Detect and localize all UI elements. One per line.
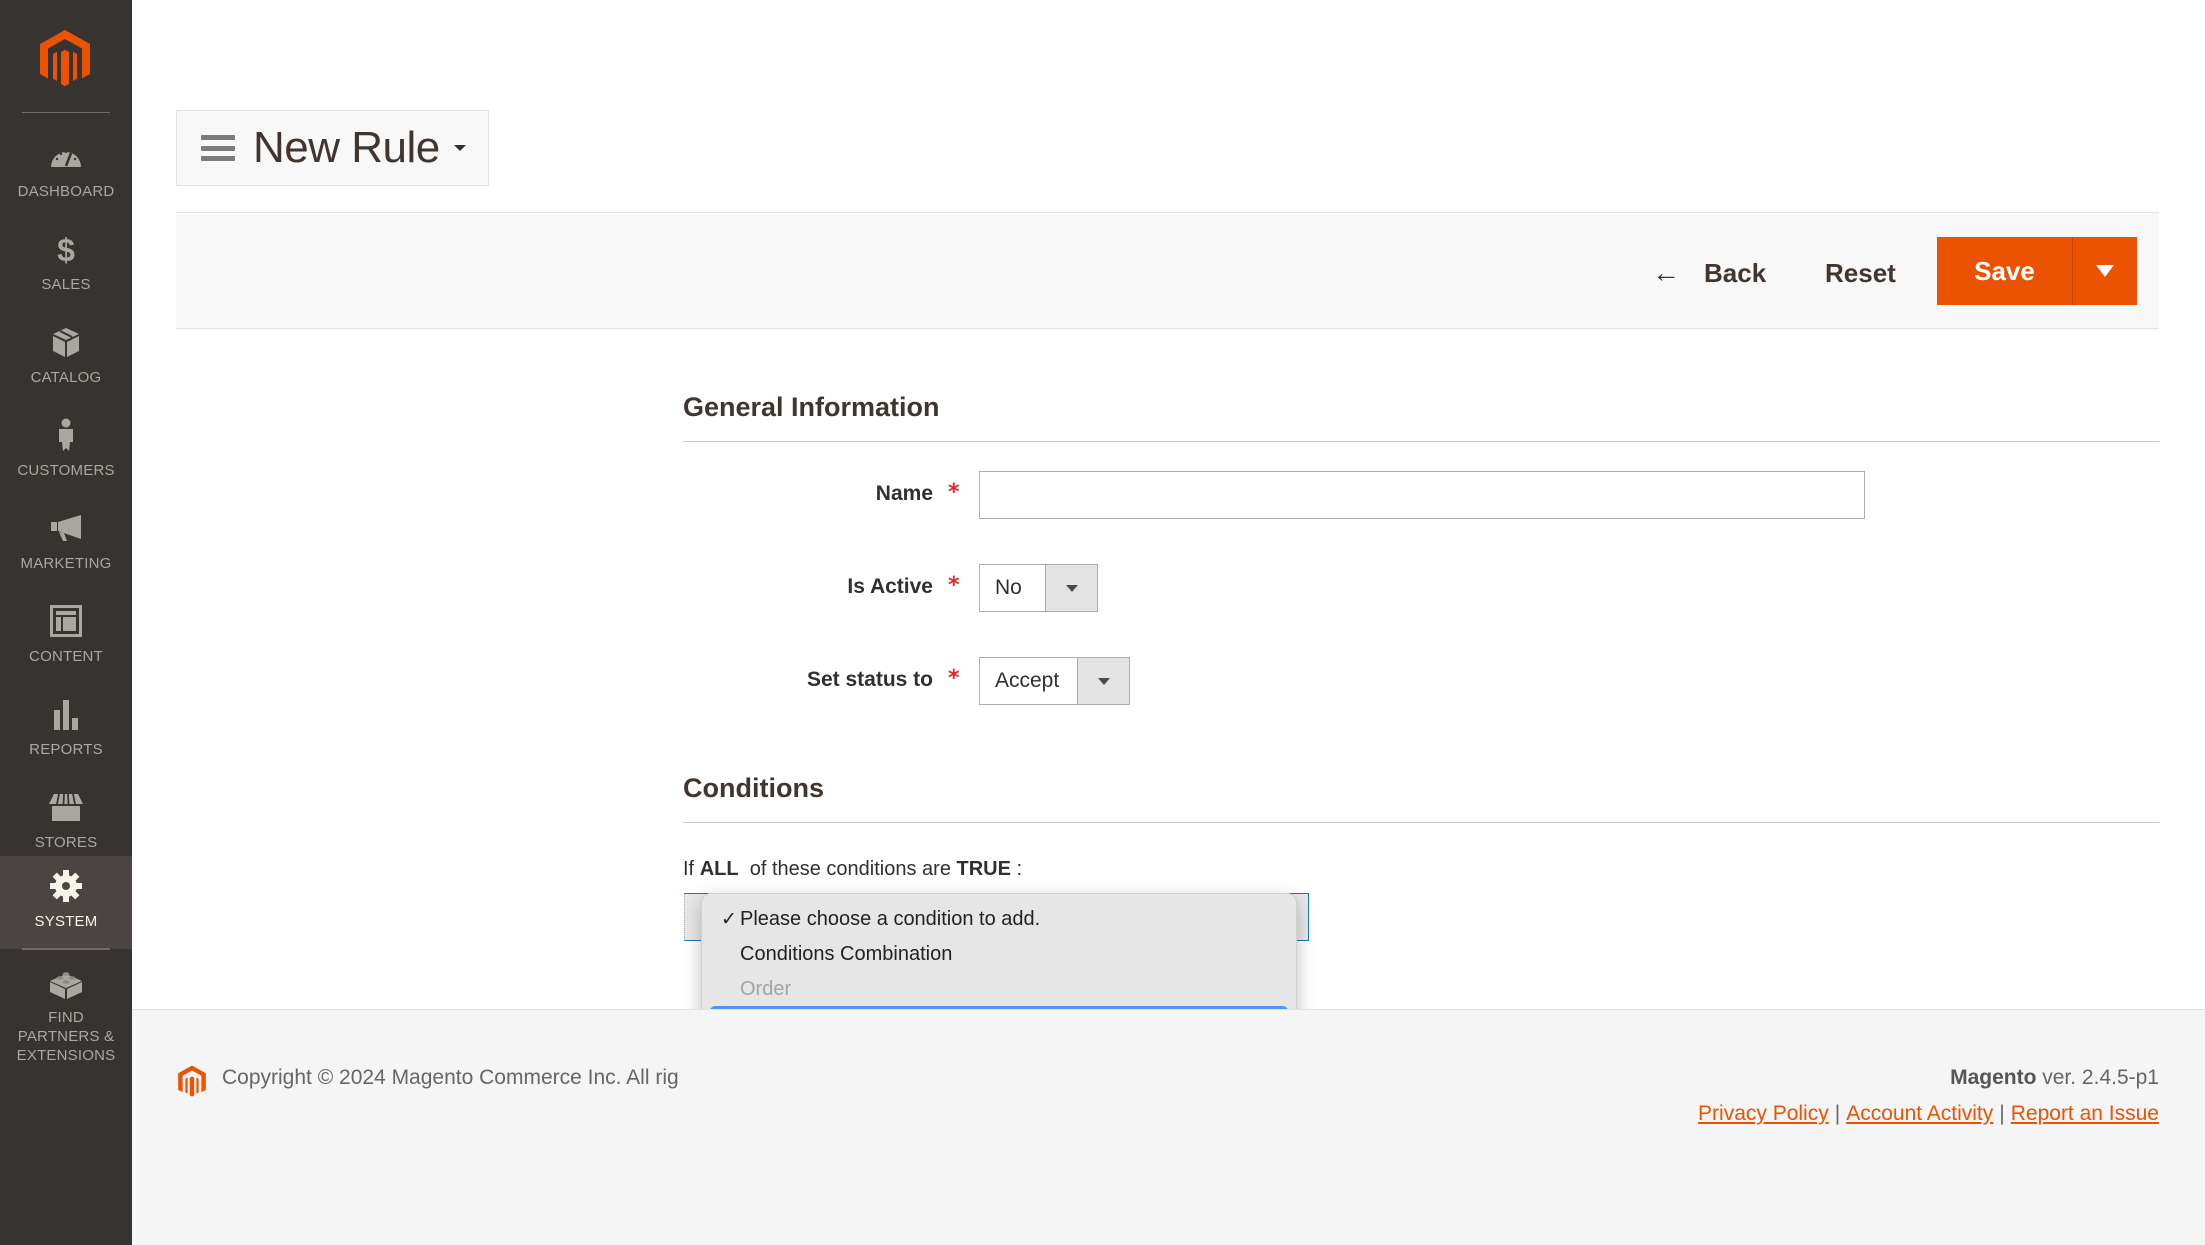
arrow-left-icon: ← (1652, 257, 1680, 288)
select-arrow (1045, 565, 1097, 611)
sidebar-item-dashboard[interactable]: DASHBOARD (0, 126, 132, 218)
sidebar-label: SYSTEM (34, 913, 98, 930)
sidebar-label: CUSTOMERS (17, 462, 115, 479)
page-title-switcher[interactable]: New Rule (176, 110, 489, 186)
cond-suffix: : (1016, 858, 1023, 880)
lego-brick-icon (46, 965, 86, 1002)
page-footer: Copyright © 2024 Magento Commerce Inc. A… (132, 1009, 2205, 1245)
cond-middle: of these conditions are (749, 858, 951, 880)
person-icon (46, 415, 86, 455)
sidebar-label: REPORTS (29, 741, 103, 758)
sidebar-item-content[interactable]: CONTENT (0, 591, 132, 683)
bar-chart-icon (46, 694, 86, 734)
storefront-icon (46, 787, 86, 827)
set-status-select[interactable]: Accept (979, 657, 1130, 705)
account-activity-link[interactable]: Account Activity (1846, 1102, 1993, 1125)
sidebar-label: STORES (34, 834, 98, 851)
back-button-label: Back (1704, 257, 1767, 288)
sidebar-item-find-partners[interactable]: FIND PARTNERS & EXTENSIONS (0, 955, 132, 1065)
checkmark-icon: ✓ (721, 908, 737, 930)
magento-logo-icon (176, 1063, 208, 1099)
megaphone-icon (46, 508, 86, 548)
aggregator-toggle[interactable]: ALL (700, 858, 739, 880)
caret-down-icon (453, 145, 466, 151)
logo-divider (22, 112, 110, 113)
select-arrow (1077, 658, 1129, 704)
version-number: ver. 2.4.5-p1 (2042, 1066, 2159, 1089)
gear-icon (46, 866, 86, 906)
caret-down-icon (2096, 265, 2114, 277)
admin-sidebar: DASHBOARD $ SALES CATALOG CUSTOMERS MARK… (0, 0, 132, 1245)
sidebar-divider (22, 948, 110, 950)
sidebar-item-marketing[interactable]: MARKETING (0, 498, 132, 590)
cond-prefix: If (683, 858, 695, 880)
name-input[interactable] (979, 471, 1865, 519)
privacy-policy-link[interactable]: Privacy Policy (1698, 1102, 1829, 1125)
dashboard-icon (46, 136, 86, 176)
sidebar-item-reports[interactable]: REPORTS (0, 684, 132, 776)
sidebar-item-system[interactable]: SYSTEM (0, 856, 132, 949)
dollar-icon: $ (46, 229, 86, 269)
page-actions-toolbar: ← Back Reset Save (176, 212, 2159, 329)
is-active-label: Is Active (847, 575, 933, 598)
is-active-value: No (995, 576, 1022, 599)
report-issue-link[interactable]: Report an Issue (2011, 1102, 2159, 1125)
svg-text:$: $ (57, 233, 75, 265)
magento-logo-icon[interactable] (36, 28, 94, 88)
required-indicator: * (948, 480, 960, 505)
sidebar-item-customers[interactable]: CUSTOMERS (0, 405, 132, 497)
box-icon (46, 322, 86, 362)
footer-links: Privacy Policy | Account Activity | Report a… (1698, 1102, 2159, 1125)
caret-down-icon (1065, 584, 1078, 592)
copyright-text: Copyright © 2024 Magento Commerce Inc. A… (222, 1066, 679, 1089)
brand-name: Magento (1950, 1066, 2037, 1089)
value-toggle[interactable]: TRUE (957, 858, 1011, 880)
back-button[interactable]: ← Back (1652, 253, 1766, 293)
sidebar-item-catalog[interactable]: CATALOG (0, 312, 132, 404)
section-title-general: General Information (683, 392, 940, 422)
layout-icon (46, 601, 86, 641)
version-info: Magento ver. 2.4.5-p1 (1950, 1066, 2159, 1090)
hamburger-menu-icon (201, 135, 235, 161)
dropdown-option[interactable]: ✓ Please choose a condition to add. (710, 902, 1288, 936)
reset-button[interactable]: Reset (1825, 253, 1896, 293)
save-button[interactable]: Save (1937, 237, 2073, 305)
sidebar-label: SALES (41, 276, 91, 293)
sidebar-item-sales[interactable]: $ SALES (0, 219, 132, 311)
save-split-button: Save (1937, 237, 2137, 305)
section-divider (683, 441, 2159, 442)
sidebar-label: MARKETING (20, 555, 112, 572)
required-indicator: * (948, 666, 960, 691)
dropdown-option[interactable]: Conditions Combination (710, 937, 1288, 971)
sidebar-label: CATALOG (30, 369, 102, 386)
sidebar-label: FIND PARTNERS & EXTENSIONS (16, 1009, 116, 1064)
is-active-select[interactable]: No (979, 564, 1098, 612)
required-indicator: * (948, 573, 960, 598)
sidebar-label: CONTENT (29, 648, 103, 665)
sidebar-label: DASHBOARD (17, 183, 115, 200)
set-status-value: Accept (995, 669, 1060, 692)
save-options-toggle[interactable] (2073, 237, 2137, 305)
section-title-conditions: Conditions (683, 773, 824, 803)
conditions-sentence: If ALL of these conditions are TRUE : (683, 858, 1022, 881)
dropdown-optgroup: Order (740, 977, 792, 1000)
page-title: New Rule (253, 123, 440, 172)
section-divider (683, 822, 2159, 823)
caret-down-icon (1097, 677, 1110, 685)
set-status-label: Set status to (806, 668, 933, 691)
name-label: Name (875, 482, 933, 505)
